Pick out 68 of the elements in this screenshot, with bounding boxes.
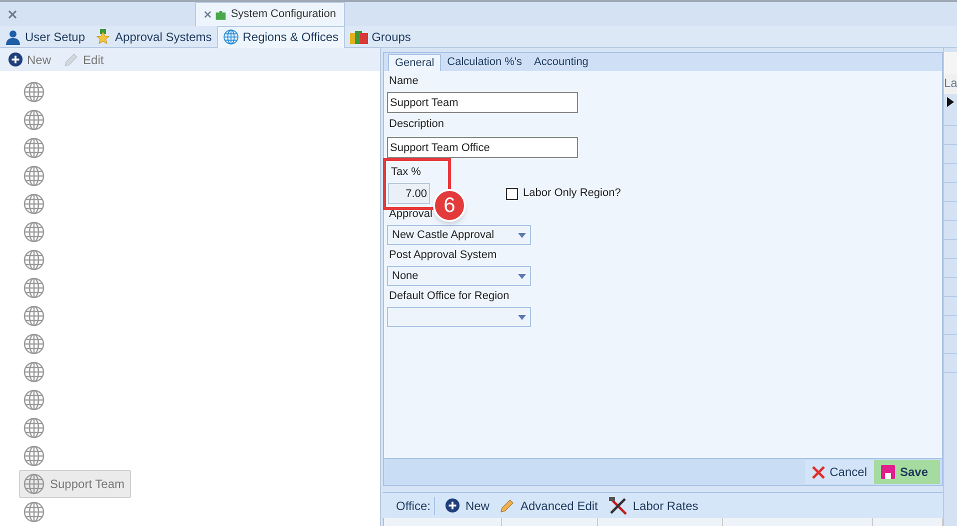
caret-icon [518,232,526,238]
plus-icon [445,498,460,513]
cancel-button[interactable]: Cancel [804,460,874,484]
tree-node[interactable]: Support Team [19,470,130,498]
document-tab[interactable]: System Configuration [195,2,345,26]
field-label: Name [389,74,420,89]
close-icon[interactable] [204,10,212,19]
checkbox-label: Labor Only Region? [523,186,621,202]
globe-icon [23,221,45,243]
field-label: Default Office for Region [389,289,510,304]
globe-icon [23,473,45,495]
toolbar-button[interactable]: Labor Rates [608,496,698,514]
globe-icon [23,417,45,439]
tab-label: System Configuration [230,7,336,22]
toolbar-button[interactable]: New [8,50,52,68]
caret-icon [518,314,526,320]
node-label: Support Team [50,476,126,493]
tax-field[interactable]: 7.00 [388,183,430,204]
globe-icon [23,389,45,411]
description-field[interactable]: Support Team Office [387,137,578,158]
caret-icon [518,274,526,278]
module-tab[interactable]: Groups [344,26,416,48]
globe-icon [23,249,45,271]
globe-icon [23,501,45,523]
globe-icon [23,305,45,327]
globe-icon [23,333,45,355]
save-button[interactable]: Save [874,460,940,484]
save-icon [881,465,895,479]
globe-icon [23,193,45,215]
globe-icon [23,81,45,103]
toolbar-label: Office: [396,496,436,514]
groups-icon [350,30,368,44]
toolbar-button[interactable]: Edit [63,50,104,68]
cross-icon [812,466,825,478]
globe-icon [23,361,45,383]
globe-icon [23,277,45,299]
dropdown[interactable]: None [387,266,531,286]
dropdown[interactable]: New Castle Approval [387,225,531,245]
field-label: Approval [389,207,432,222]
grid-header: La [944,74,957,94]
globe-icon [23,165,45,187]
star-icon [95,28,112,44]
toolbar-button[interactable]: Advanced Edit [499,496,598,514]
module-tab[interactable]: User Setup [0,26,90,48]
close-icon[interactable] [8,10,17,18]
globe-icon [23,445,45,467]
toolbar-button[interactable]: New [445,496,490,514]
module-tab[interactable]: Regions & Offices [216,26,345,48]
globe-icon [222,29,239,45]
name-field[interactable]: Support Team [387,92,578,113]
module-tab[interactable]: Approval Systems [90,26,217,48]
globe-icon [23,137,45,159]
pencil-icon [499,498,516,514]
pencil-icon [63,52,80,68]
user-icon [5,28,21,44]
field-label: Tax % [391,164,421,180]
field-label: Description [389,117,446,132]
field-label: Post Approval System [389,248,497,264]
checkbox[interactable] [506,188,518,200]
globe-icon [23,109,45,131]
plus-icon [8,52,23,67]
form-tab[interactable]: Calculation %'s [441,54,528,71]
row-indicator-icon [947,97,954,107]
dropdown[interactable] [387,307,531,327]
tools-icon [608,496,628,514]
step-badge: 6 [433,189,466,222]
form-tab[interactable]: Accounting [528,54,594,71]
form-tab[interactable]: General [388,54,442,71]
